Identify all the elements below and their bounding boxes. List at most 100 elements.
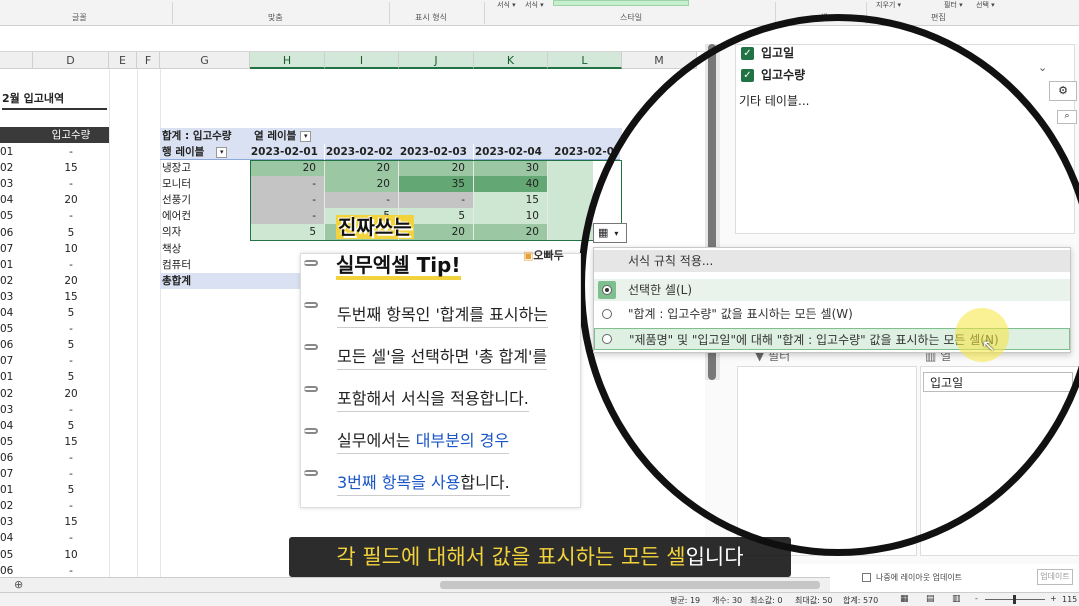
sheet-date-cell[interactable]: 05 [0,321,33,337]
sheet-qty-cell[interactable]: 5 [33,482,109,498]
column-header-l[interactable]: L [548,52,622,69]
row-filter-dropdown-icon[interactable]: ▾ [216,146,228,158]
sheet-qty-cell[interactable]: 5 [33,225,109,241]
sheet-qty-cell[interactable]: - [33,321,109,337]
sheet-date-cell[interactable]: 03 [0,289,33,305]
sheet-date-cell[interactable]: 03 [0,402,33,418]
field-checkbox-date[interactable]: ✓ [741,47,754,60]
sheet-qty-cell[interactable]: 20 [33,273,109,289]
sheet-qty-cell[interactable]: - [33,466,109,482]
sheet-date-cell[interactable]: 01 [0,257,33,273]
zoom-thumb[interactable] [1013,595,1016,604]
radio-selected-cells[interactable] [602,285,612,295]
column-header-h[interactable]: H [250,52,325,69]
filter-drop-area[interactable] [737,366,917,556]
sheet-date-cell[interactable]: 04 [0,192,33,208]
sheet-date-cell[interactable]: 02 [0,273,33,289]
sheet-qty-cell[interactable]: 5 [33,418,109,434]
sheet-date-cell[interactable]: 07 [0,466,33,482]
sheet-date-cell[interactable]: 04 [0,530,33,546]
format-button[interactable]: 서식 ▾ [497,0,516,9]
cell-style-preview[interactable] [553,0,689,6]
sheet-date-cell[interactable]: 01 [0,144,33,160]
col-filter-dropdown-icon[interactable]: ▾ [300,130,312,142]
clear-button[interactable]: 지우기 ▾ [876,0,901,9]
pivot-sum-label[interactable]: 합계 : 입고수량 [160,128,250,144]
sheet-qty-cell[interactable]: - [33,498,109,514]
pivot-date-header[interactable]: 2023-02-02 [325,144,399,160]
pivot-row-item[interactable]: 컴퓨터 [162,257,250,273]
column-header-e[interactable]: E [109,52,137,69]
field-qty[interactable]: 입고수량 [761,67,805,83]
page-break-icon[interactable]: ▥ [952,594,961,604]
sheet-date-cell[interactable]: 04 [0,305,33,321]
pivot-row-item[interactable]: 에어컨 [162,208,250,224]
sheet-date-cell[interactable]: 07 [0,353,33,369]
column-header-j[interactable]: J [399,52,474,69]
sheet-date-cell[interactable]: 03 [0,176,33,192]
sheet-qty-cell[interactable]: 15 [33,514,109,530]
field-date[interactable]: 입고일 [761,45,794,61]
zoom-out-icon[interactable]: - [975,594,978,603]
pivot-row-item[interactable]: 책상 [162,241,250,257]
formatting-options-button[interactable]: ▦ ▾ [593,223,627,243]
field-checkbox-qty[interactable]: ✓ [741,69,754,82]
sheet-qty-cell[interactable]: - [33,257,109,273]
column-header-g[interactable]: G [160,52,250,69]
pivot-row-item[interactable]: 의자 [162,224,250,240]
zoom-level[interactable]: 115 [1062,595,1077,604]
sheet-qty-cell[interactable]: - [33,402,109,418]
sheet-qty-cell[interactable]: 10 [33,547,109,563]
pivot-date-header[interactable]: 2023-02-04 [474,144,548,160]
sheet-date-cell[interactable]: 06 [0,450,33,466]
sheet-qty-cell[interactable]: - [33,176,109,192]
option-selected-cells[interactable]: 선택한 셀(L) [594,279,1070,301]
sheet-qty-cell[interactable]: 15 [33,434,109,450]
pivot-row-item[interactable]: 냉장고 [162,160,250,176]
sheet-qty-cell[interactable]: 5 [33,337,109,353]
apply-format-rule-item[interactable]: 서식 규칙 적용... [594,250,1070,272]
radio-product-date-cells[interactable] [602,334,612,344]
sheet-date-cell[interactable]: 05 [0,547,33,563]
horizontal-scrollbar[interactable] [440,581,820,589]
pivot-date-header[interactable]: 2023-02-03 [399,144,473,160]
gear-icon[interactable]: ⚙ [1049,81,1077,101]
sheet-qty-cell[interactable]: - [33,353,109,369]
column-header-c[interactable] [0,52,33,69]
sheet-qty-cell[interactable]: 15 [33,289,109,305]
sheet-qty-cell[interactable]: 20 [33,386,109,402]
select-button[interactable]: 선택 ▾ [976,0,995,9]
sheet-date-cell[interactable]: 05 [0,208,33,224]
sheet-date-cell[interactable]: 02 [0,386,33,402]
add-sheet-icon[interactable]: ⊕ [14,578,23,591]
sheet-date-cell[interactable]: 02 [0,160,33,176]
sheet-date-cell[interactable]: 02 [0,498,33,514]
radio-all-sum-cells[interactable] [602,309,612,319]
sheet-qty-cell[interactable]: 5 [33,305,109,321]
sheet-qty-cell[interactable]: 10 [33,241,109,257]
sheet-qty-cell[interactable]: 20 [33,192,109,208]
page-layout-icon[interactable]: ▤ [926,594,935,604]
sheet-date-cell[interactable]: 01 [0,369,33,385]
normal-view-icon[interactable]: ▦ [900,594,909,604]
column-area-item-date[interactable]: 입고일 [923,372,1073,392]
pivot-date-header[interactable]: 2023-02-0 [548,144,620,160]
update-button[interactable]: 업데이트 [1037,569,1073,585]
sheet-qty-cell[interactable]: 5 [33,369,109,385]
column-header-f[interactable]: F [137,52,160,69]
column-header-k[interactable]: K [474,52,548,69]
pivot-col-label-cell[interactable]: 열 레이블 ▾ [250,128,622,144]
sheet-qty-cell[interactable]: 15 [33,160,109,176]
sheet-qty-cell[interactable]: - [33,450,109,466]
chevron-down-icon[interactable]: ⌄ [1038,61,1047,74]
filter-button[interactable]: 필터 ▾ [944,0,963,9]
sheet-date-cell[interactable]: 05 [0,434,33,450]
pivot-row-item[interactable]: 선풍기 [162,192,250,208]
sheet-qty-cell[interactable]: - [33,144,109,160]
format-button-2[interactable]: 서식 ▾ [525,0,544,9]
pivot-date-header[interactable]: 2023-02-01 [250,144,324,160]
column-header-i[interactable]: I [325,52,399,69]
sheet-date-cell[interactable]: 03 [0,514,33,530]
sheet-date-cell[interactable]: 07 [0,241,33,257]
sheet-date-cell[interactable]: 04 [0,418,33,434]
